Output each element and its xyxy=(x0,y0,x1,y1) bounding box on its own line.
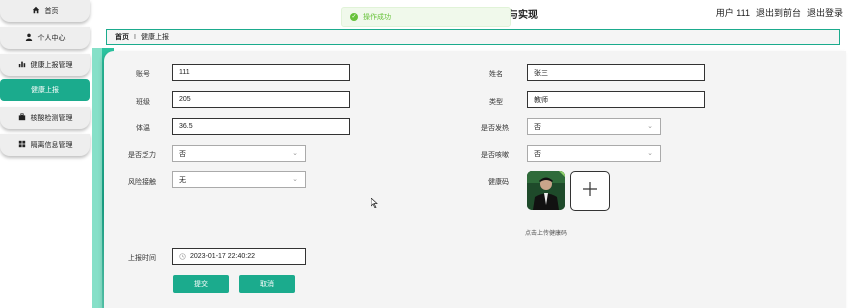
sidebar: 首页 个人中心 健康上报管理 健康上报 核酸检测管理 隔离信息管理 xyxy=(0,0,92,308)
name-input[interactable]: 张三 xyxy=(527,64,705,81)
fatigue-select-value: 否 xyxy=(179,150,186,158)
cough-select-value: 否 xyxy=(534,150,541,158)
fatigue-label: 是否乏力 xyxy=(128,152,156,159)
report-time-input[interactable]: 2023-01-17 22:40:22 xyxy=(172,248,306,265)
breadcrumb-separator: Ι xyxy=(134,33,136,41)
mouse-cursor-icon xyxy=(370,195,379,209)
sidebar-item-label: 首页 xyxy=(44,8,59,15)
temperature-label: 体温 xyxy=(136,125,150,132)
home-icon xyxy=(32,6,40,16)
account-label: 账号 xyxy=(136,71,150,78)
sidebar-item-label: 隔离信息管理 xyxy=(30,142,73,149)
plus-icon xyxy=(582,181,598,202)
sidebar-item-home[interactable]: 首页 xyxy=(0,0,90,22)
sidebar-item-isolation-mgmt[interactable]: 隔离信息管理 xyxy=(0,134,90,156)
risk-contact-select[interactable]: 无 ⌄ xyxy=(172,171,306,188)
upload-health-code-button[interactable] xyxy=(570,171,610,211)
name-label: 姓名 xyxy=(489,71,503,78)
toast-message: 操作成功 xyxy=(363,14,391,21)
check-circle-icon: ✓ xyxy=(350,13,358,21)
cough-select[interactable]: 否 ⌄ xyxy=(527,145,661,162)
success-toast: ✓ 操作成功 xyxy=(341,7,511,27)
type-input[interactable]: 教师 xyxy=(527,91,705,108)
fever-label: 是否发热 xyxy=(481,125,509,132)
account-input[interactable]: 111 xyxy=(172,64,350,81)
type-label: 类型 xyxy=(489,99,503,106)
class-label: 班级 xyxy=(136,99,150,106)
bar-chart-icon xyxy=(18,60,26,70)
app-title: 与实现 xyxy=(508,10,538,21)
chevron-down-icon: ⌄ xyxy=(647,123,653,130)
user-area: 用户 111 退出到前台 退出登录 xyxy=(716,6,843,19)
sidebar-item-health-report[interactable]: 健康上报 xyxy=(0,79,90,101)
chevron-down-icon: ⌄ xyxy=(292,176,298,183)
app-root: { "header": { "title": "与实现", "user_labe… xyxy=(0,0,849,308)
briefcase-icon xyxy=(18,113,26,123)
fever-select[interactable]: 否 ⌄ xyxy=(527,118,661,135)
sidebar-item-label: 个人中心 xyxy=(37,35,66,42)
user-label: 用户 111 xyxy=(715,8,750,18)
breadcrumb-current: 健康上报 xyxy=(140,34,169,41)
sidebar-item-label: 健康上报管理 xyxy=(30,62,73,69)
breadcrumb: 首页 Ι 健康上报 xyxy=(106,29,840,45)
fatigue-select[interactable]: 否 ⌄ xyxy=(172,145,306,162)
cough-label: 是否咳嗽 xyxy=(481,152,509,159)
report-time-value: 2023-01-17 22:40:22 xyxy=(190,253,255,260)
fever-select-value: 否 xyxy=(534,123,541,131)
back-to-front-link[interactable]: 退出到前台 xyxy=(756,6,801,19)
risk-contact-label: 风险接触 xyxy=(128,179,156,186)
sidebar-item-health-report-mgmt[interactable]: 健康上报管理 xyxy=(0,54,90,76)
user-icon xyxy=(25,33,33,43)
chevron-down-icon: ⌄ xyxy=(292,150,298,157)
grid-icon xyxy=(18,140,26,150)
sidebar-item-label: 核酸检测管理 xyxy=(30,115,73,122)
sidebar-item-label: 健康上报 xyxy=(31,87,59,94)
sidebar-item-nucleic-test-mgmt[interactable]: 核酸检测管理 xyxy=(0,107,90,129)
risk-contact-select-value: 无 xyxy=(179,176,186,184)
clock-icon xyxy=(179,253,186,260)
temperature-input[interactable]: 36.5 xyxy=(172,118,350,135)
chevron-down-icon: ⌄ xyxy=(647,150,653,157)
cancel-button[interactable]: 取消 xyxy=(239,275,295,293)
submit-button[interactable]: 提交 xyxy=(173,275,229,293)
health-code-label: 健康码 xyxy=(488,179,509,186)
report-time-label: 上报时间 xyxy=(128,255,156,262)
logout-link[interactable]: 退出登录 xyxy=(807,6,843,19)
health-code-image[interactable] xyxy=(527,171,565,210)
sidebar-item-profile[interactable]: 个人中心 xyxy=(0,27,90,49)
upload-hint: 点击上传健康码 xyxy=(525,231,568,237)
class-input[interactable]: 205 xyxy=(172,91,350,108)
breadcrumb-home[interactable]: 首页 xyxy=(115,32,129,42)
